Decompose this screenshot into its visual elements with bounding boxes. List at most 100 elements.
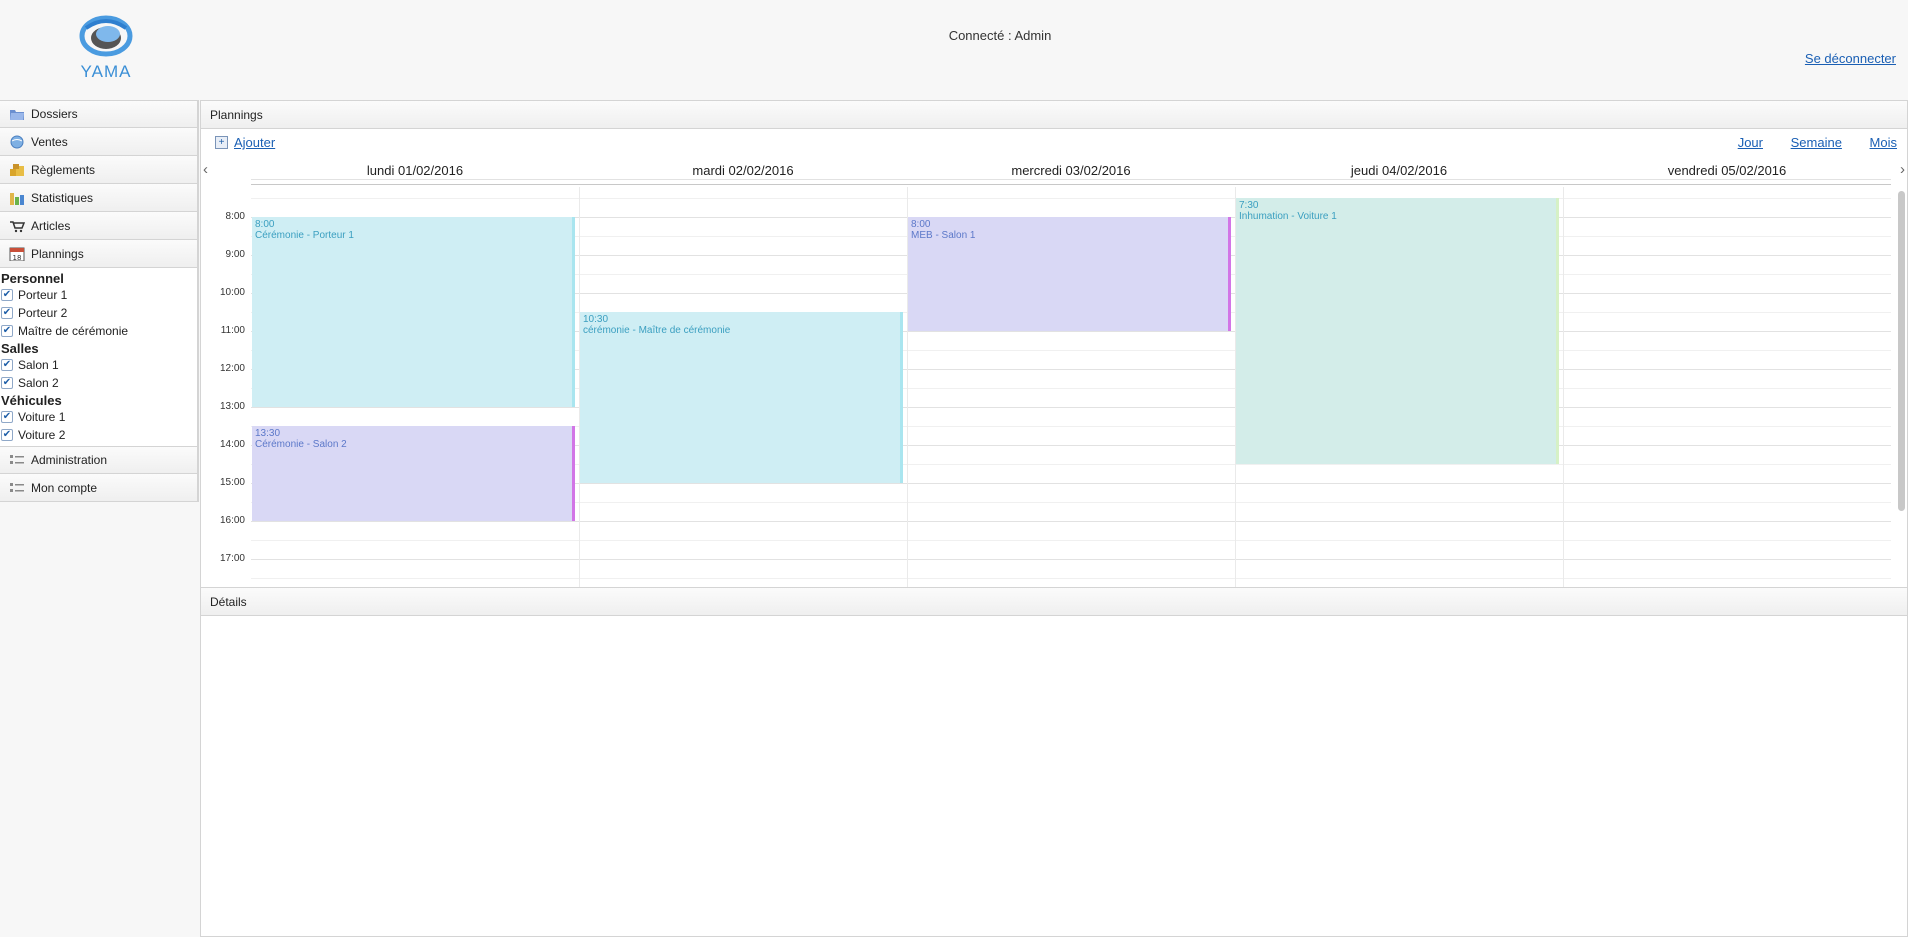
calendar-event[interactable]: 10:30 cérémonie - Maître de cérémonie — [580, 312, 903, 483]
sidebar-item-statistiques[interactable]: Statistiques — [0, 184, 198, 212]
filter-salon-1[interactable]: ✔ Salon 1 — [0, 356, 197, 374]
plannings-panel: Plannings + Ajouter Jour Semaine Mois ‹ … — [200, 100, 1908, 588]
calendar-event[interactable]: 8:00 Cérémonie - Porteur 1 — [252, 217, 575, 407]
connected-user-label: Connecté : Admin — [948, 28, 1052, 43]
logout-link[interactable]: Se déconnecter — [1805, 51, 1896, 66]
day-headers: lundi 01/02/2016 mardi 02/02/2016 mercredi… — [251, 157, 1891, 185]
details-panel-title: Détails — [201, 588, 1907, 616]
filter-label: Salon 1 — [18, 358, 59, 372]
filter-porteur-1[interactable]: ✔ Porteur 1 — [0, 286, 197, 304]
filter-label: Maître de cérémonie — [18, 324, 129, 338]
calendar-event[interactable]: 7:30 Inhumation - Voiture 1 — [1236, 198, 1559, 464]
calendar-scrollbar[interactable] — [1898, 191, 1905, 511]
half-hour-gridline — [251, 578, 1891, 579]
svg-text:18: 18 — [13, 254, 22, 261]
settings-list-icon — [9, 453, 25, 467]
hour-gridline — [251, 559, 1891, 560]
day-header: mardi 02/02/2016 — [692, 163, 794, 178]
hour-label: 14:00 — [219, 439, 245, 450]
event-title: cérémonie - Maître de cérémonie — [583, 325, 731, 336]
day-header: vendredi 05/02/2016 — [1667, 163, 1787, 178]
filter-group-salles: Salles — [1, 341, 39, 356]
day-header: lundi 01/02/2016 — [366, 163, 464, 178]
sidebar-item-dossiers[interactable]: Dossiers — [0, 100, 198, 128]
filter-label: Voiture 2 — [18, 428, 66, 442]
event-time: 8:00 — [911, 219, 931, 230]
add-icon: + — [215, 136, 228, 149]
plannings-panel-title: Plannings — [201, 101, 1907, 129]
filter-group-vehicules: Véhicules — [1, 393, 62, 408]
sidebar-item-reglements[interactable]: Règlements — [0, 156, 198, 184]
header: YAMA Connecté : Admin Se déconnecter — [0, 0, 1908, 100]
event-time: 10:30 — [583, 314, 609, 325]
half-hour-gridline — [251, 198, 1891, 199]
hour-label: 17:00 — [219, 553, 245, 564]
half-hour-gridline — [251, 540, 1891, 541]
sidebar-item-articles[interactable]: Articles — [0, 212, 198, 240]
view-month-link[interactable]: Mois — [1870, 135, 1897, 150]
planning-filters: Personnel ✔ Porteur 1 ✔ Porteur 2 ✔ Maître … — [0, 268, 198, 446]
sidebar-item-label: Administration — [31, 453, 108, 467]
add-event-link[interactable]: Ajouter — [234, 135, 275, 150]
folder-icon — [9, 107, 25, 121]
globe-icon — [9, 135, 25, 149]
add-event-button[interactable]: + Ajouter — [215, 135, 275, 150]
details-panel: Détails — [200, 588, 1908, 937]
filter-label: Salon 2 — [18, 376, 59, 390]
sidebar: Dossiers Ventes Règlements Statistiques … — [0, 100, 199, 502]
sidebar-item-plannings[interactable]: 18 Plannings — [0, 240, 198, 268]
sidebar-item-label: Règlements — [31, 162, 96, 177]
filter-maitre-de-ceremonie[interactable]: ✔ Maître de cérémonie — [0, 322, 197, 340]
bar-chart-icon — [9, 191, 25, 205]
coins-icon — [9, 163, 25, 177]
calendar-event[interactable]: 8:00 MEB - Salon 1 — [908, 217, 1231, 331]
sidebar-item-ventes[interactable]: Ventes — [0, 128, 198, 156]
filter-label: Voiture 1 — [18, 410, 66, 424]
hour-label: 13:00 — [219, 401, 245, 412]
checkbox-checked-icon[interactable]: ✔ — [1, 377, 13, 389]
logo-text: YAMA — [80, 62, 132, 81]
checkbox-checked-icon[interactable]: ✔ — [1, 325, 13, 337]
sidebar-item-label: Plannings — [31, 246, 84, 261]
filter-label: Porteur 1 — [18, 288, 68, 302]
filter-voiture-2[interactable]: ✔ Voiture 2 — [0, 426, 197, 444]
sidebar-item-label: Statistiques — [31, 190, 94, 205]
hour-label: 12:00 — [219, 363, 245, 374]
checkbox-checked-icon[interactable]: ✔ — [1, 411, 13, 423]
event-time: 8:00 — [255, 219, 275, 230]
hour-gridline — [251, 521, 1891, 522]
checkbox-checked-icon[interactable]: ✔ — [1, 429, 13, 441]
sidebar-item-label: Dossiers — [31, 107, 78, 121]
hour-label: 15:00 — [219, 477, 245, 488]
day-divider — [1563, 187, 1564, 587]
view-day-link[interactable]: Jour — [1738, 135, 1763, 150]
checkbox-checked-icon[interactable]: ✔ — [1, 289, 13, 301]
sidebar-item-label: Ventes — [31, 134, 68, 149]
event-time: 13:30 — [255, 428, 281, 439]
filter-porteur-2[interactable]: ✔ Porteur 2 — [0, 304, 197, 322]
prev-week-icon[interactable]: ‹ — [203, 161, 208, 178]
event-title: Inhumation - Voiture 1 — [1239, 211, 1337, 222]
filter-label: Porteur 2 — [18, 306, 68, 320]
event-title: MEB - Salon 1 — [911, 230, 976, 241]
checkbox-checked-icon[interactable]: ✔ — [1, 359, 13, 371]
yama-logo-icon — [79, 15, 133, 57]
logo: YAMA — [56, 14, 156, 94]
filter-voiture-1[interactable]: ✔ Voiture 1 — [0, 408, 197, 426]
next-week-icon[interactable]: › — [1900, 161, 1905, 178]
hour-label: 8:00 — [225, 211, 245, 222]
hour-label: 9:00 — [225, 249, 245, 260]
view-week-link[interactable]: Semaine — [1791, 135, 1842, 150]
checkbox-checked-icon[interactable]: ✔ — [1, 307, 13, 319]
sidebar-item-administration[interactable]: Administration — [0, 446, 198, 474]
calendar-icon: 18 — [9, 247, 25, 262]
day-header: mercredi 03/02/2016 — [1011, 163, 1131, 178]
calendar-event[interactable]: 13:30 Cérémonie - Salon 2 — [252, 426, 575, 521]
planning-toolbar: + Ajouter Jour Semaine Mois — [201, 131, 1907, 155]
hour-gridline — [251, 407, 1891, 408]
sidebar-item-mon-compte[interactable]: Mon compte — [0, 474, 198, 502]
day-header: jeudi 04/02/2016 — [1350, 163, 1448, 178]
filter-salon-2[interactable]: ✔ Salon 2 — [0, 374, 197, 392]
event-title: Cérémonie - Salon 2 — [255, 439, 347, 450]
hour-gridline — [251, 179, 1891, 180]
